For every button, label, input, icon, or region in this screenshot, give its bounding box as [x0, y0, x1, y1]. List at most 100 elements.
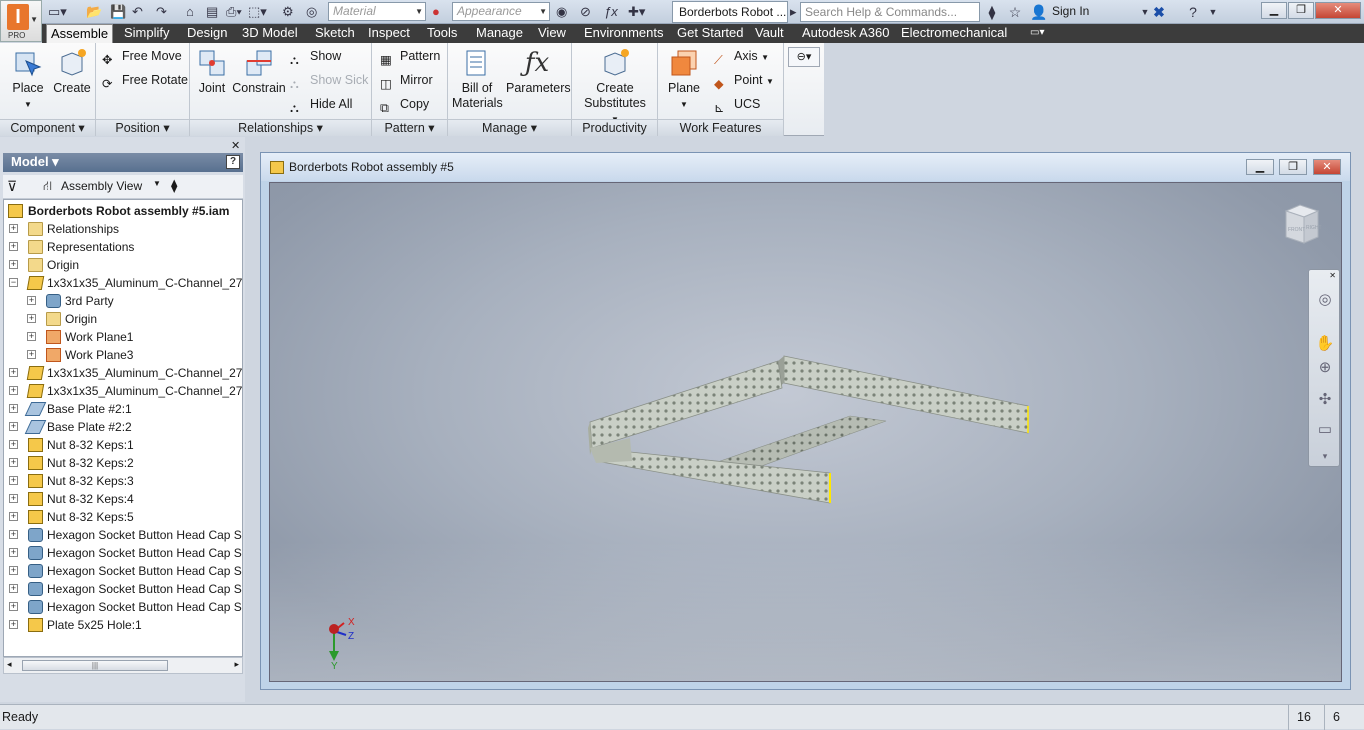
- copy-button[interactable]: ⧉ Copy: [380, 94, 429, 115]
- clear-icon[interactable]: ◎: [306, 4, 317, 20]
- expand-icon[interactable]: +: [27, 314, 36, 323]
- point-button[interactable]: ◆ Point ▼: [714, 70, 774, 91]
- expand-icon[interactable]: +: [9, 602, 18, 611]
- tree-item[interactable]: + Nut 8-32 Keps:3: [4, 472, 242, 490]
- minimize-button[interactable]: ▁: [1261, 2, 1287, 19]
- tree-item[interactable]: +3rd Party: [4, 292, 242, 310]
- expand-icon[interactable]: +: [9, 512, 18, 521]
- expand-icon[interactable]: +: [9, 422, 18, 431]
- tree-item[interactable]: + Hexagon Socket Button Head Cap Screw: [4, 544, 242, 562]
- tab-3d-model[interactable]: 3D Model: [238, 24, 302, 43]
- expand-icon[interactable]: +: [9, 260, 18, 269]
- zoom-icon[interactable]: ⊕: [1315, 358, 1335, 378]
- undo-icon[interactable]: ↶: [132, 4, 143, 20]
- expand-icon[interactable]: +: [9, 404, 18, 413]
- open-icon[interactable]: 📂: [86, 4, 102, 20]
- doc-restore-button[interactable]: ❐: [1279, 159, 1307, 175]
- home-icon[interactable]: ⌂: [186, 4, 194, 20]
- assembly-view-select[interactable]: Assembly View: [61, 179, 142, 193]
- select-icon[interactable]: ⬚▾: [248, 4, 267, 20]
- adjust-icon[interactable]: ◉: [556, 4, 567, 20]
- steering-wheel-icon[interactable]: ◎: [1315, 290, 1335, 310]
- expand-icon[interactable]: +: [9, 530, 18, 539]
- filter-icon[interactable]: ⊽: [7, 178, 17, 195]
- material-select[interactable]: Material ▼: [328, 2, 426, 21]
- look-at-icon[interactable]: ▭: [1315, 420, 1335, 440]
- tree-item[interactable]: + Representations: [4, 238, 242, 256]
- tab-inspect[interactable]: Inspect: [364, 24, 414, 43]
- tree-item[interactable]: + Nut 8-32 Keps:1: [4, 436, 242, 454]
- print-icon[interactable]: ⎙▾: [226, 4, 242, 20]
- tree-item[interactable]: + Origin: [4, 310, 242, 328]
- horizontal-scrollbar[interactable]: ◂ ||| ▸: [3, 657, 243, 674]
- exchange-icon[interactable]: ✖: [1150, 3, 1168, 21]
- pan-icon[interactable]: ✋: [1315, 334, 1335, 354]
- tree-item[interactable]: + Relationships: [4, 220, 242, 238]
- help-icon[interactable]: ?: [226, 155, 240, 169]
- expand-icon[interactable]: +: [9, 242, 18, 251]
- expand-icon[interactable]: +: [9, 620, 18, 629]
- expand-icon[interactable]: +: [9, 440, 18, 449]
- tree-item[interactable]: + Nut 8-32 Keps:2: [4, 454, 242, 472]
- close-button[interactable]: ✕: [1315, 2, 1361, 19]
- fx-icon[interactable]: ƒx: [604, 4, 618, 20]
- place-button[interactable]: Place ▼: [8, 47, 48, 112]
- tree-item[interactable]: + Hexagon Socket Button Head Cap Screw: [4, 526, 242, 544]
- binoculars-icon[interactable]: ⧫: [983, 3, 1001, 21]
- doc-minimize-button[interactable]: ▁: [1246, 159, 1274, 175]
- hide-all-button[interactable]: ⛬ Hide All: [290, 94, 352, 115]
- appearance-select[interactable]: Appearance ▼: [452, 2, 550, 21]
- sign-in-link[interactable]: Sign In: [1052, 4, 1089, 18]
- expand-icon[interactable]: +: [9, 584, 18, 593]
- chevron-down-icon[interactable]: ▼: [153, 179, 161, 188]
- expand-icon[interactable]: +: [9, 458, 18, 467]
- close-icon[interactable]: ✕: [1329, 271, 1336, 280]
- panel-title-component[interactable]: Component ▾: [0, 119, 95, 136]
- tree-item[interactable]: + Origin: [4, 256, 242, 274]
- tree-item[interactable]: + Plate 5x25 Hole:1: [4, 616, 242, 634]
- redo-icon[interactable]: ↷: [156, 4, 167, 20]
- expand-icon[interactable]: +: [9, 566, 18, 575]
- collapse-icon[interactable]: −: [9, 278, 18, 287]
- scroll-right-icon[interactable]: ▸: [234, 659, 239, 670]
- tab-sketch[interactable]: Sketch: [311, 24, 359, 43]
- maximize-button[interactable]: ❐: [1288, 2, 1314, 19]
- tab-manage[interactable]: Manage: [472, 24, 527, 43]
- constrain-button[interactable]: Constrain: [232, 47, 286, 96]
- expand-icon[interactable]: +: [9, 476, 18, 485]
- document-title[interactable]: Borderbots Robot ...: [672, 1, 788, 23]
- scroll-left-icon[interactable]: ◂: [7, 659, 12, 670]
- axis-button[interactable]: ⟋ Axis ▼: [714, 46, 769, 67]
- tree-item[interactable]: +1x3x1x35_Aluminum_C-Channel_276-43: [4, 364, 242, 382]
- star-icon[interactable]: ☆: [1006, 3, 1024, 21]
- expand-icon[interactable]: +: [9, 368, 18, 377]
- free-rotate-button[interactable]: ⟳ Free Rotate: [102, 70, 188, 91]
- tree-item[interactable]: + Work Plane3: [4, 346, 242, 364]
- expand-icon[interactable]: +: [9, 548, 18, 557]
- customize-icon[interactable]: ▾: [1315, 446, 1335, 466]
- new-icon[interactable]: ▭▾: [48, 4, 67, 20]
- ucs-button[interactable]: ⊾ UCS: [714, 94, 760, 115]
- update-icon[interactable]: ⚙: [282, 4, 294, 20]
- tree-item[interactable]: + Hexagon Socket Button Head Cap Screw: [4, 562, 242, 580]
- tab-tools[interactable]: Tools: [423, 24, 461, 43]
- tab-options-icon[interactable]: ▭▾: [1026, 24, 1048, 43]
- tab-autodesk-a360[interactable]: Autodesk A360: [798, 24, 893, 43]
- tree-item[interactable]: +1x3x1x35_Aluminum_C-Channel_276-43: [4, 382, 242, 400]
- add-icon[interactable]: ✚▾: [628, 4, 645, 20]
- orbit-icon[interactable]: ✣: [1315, 390, 1335, 410]
- panel-title-relationships[interactable]: Relationships ▾: [190, 119, 371, 136]
- expand-icon[interactable]: +: [9, 224, 18, 233]
- tree-item[interactable]: + Base Plate #2:2: [4, 418, 242, 436]
- doc-close-button[interactable]: ✕: [1313, 159, 1341, 175]
- tab-electromechanical[interactable]: Electromechanical: [897, 24, 1011, 43]
- expand-icon[interactable]: +: [9, 494, 18, 503]
- chevron-right-icon[interactable]: ▸: [790, 4, 797, 20]
- parameters-button[interactable]: ƒx Parameters: [506, 47, 571, 96]
- tab-simplify[interactable]: Simplify: [120, 24, 174, 43]
- panel-title-manage[interactable]: Manage ▾: [448, 119, 571, 136]
- robot-model[interactable]: [270, 183, 1343, 683]
- clear-appearance-icon[interactable]: ⊘: [580, 4, 591, 20]
- projects-icon[interactable]: ▤: [206, 4, 218, 20]
- tree-item[interactable]: + Nut 8-32 Keps:5: [4, 508, 242, 526]
